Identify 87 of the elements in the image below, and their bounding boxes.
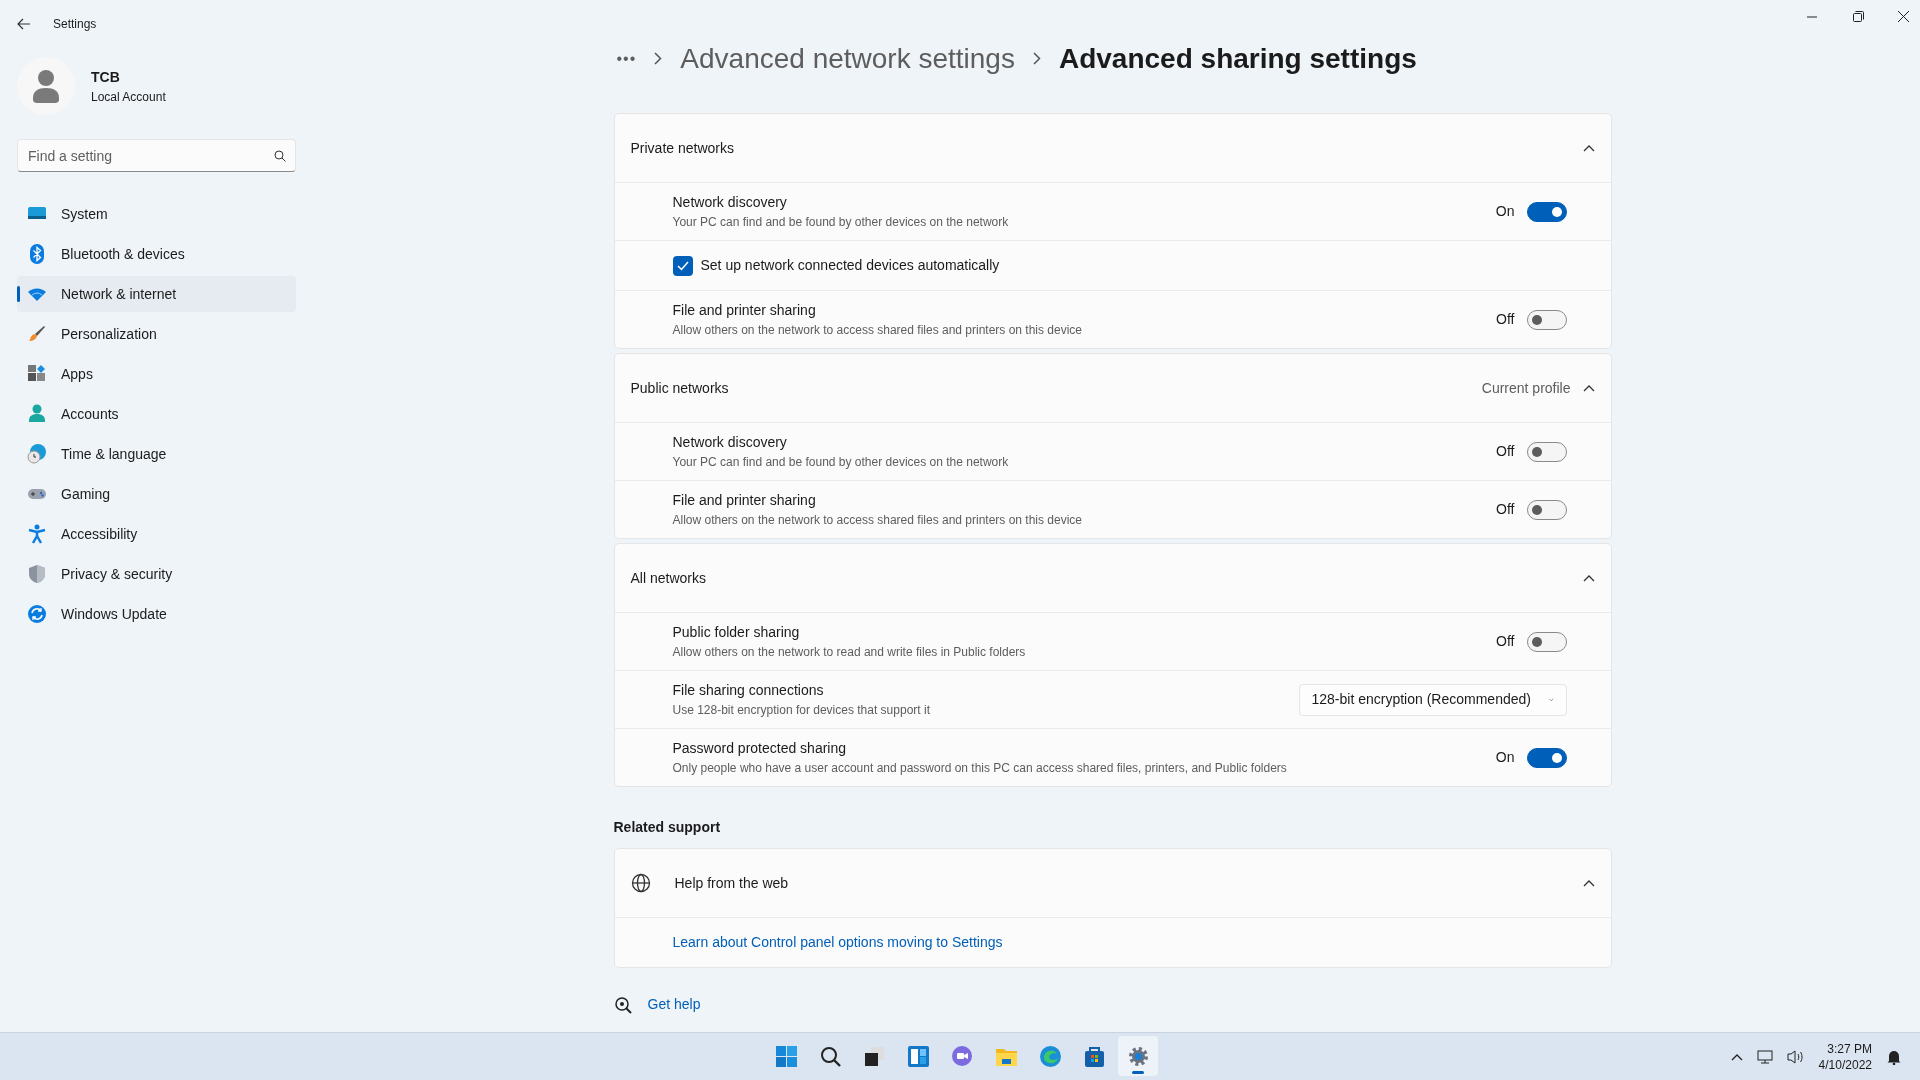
toggle-state-label: Off (1496, 632, 1515, 651)
sidebar-item[interactable]: Gaming (17, 476, 296, 512)
shield-icon (27, 564, 47, 584)
toggle-switch[interactable] (1526, 747, 1567, 768)
help-card-title: Help from the web (674, 873, 789, 893)
chat-icon (949, 1043, 975, 1069)
chevron-up-icon[interactable] (1582, 574, 1595, 582)
setting-description: Allow others on the network to read and write files in Public folders (672, 644, 1026, 661)
section-title: Public networks (630, 378, 729, 398)
bluetooth-icon (27, 244, 47, 264)
sidebar-item[interactable]: Privacy & security (17, 556, 296, 592)
chevron-up-icon[interactable] (1582, 384, 1595, 392)
dropdown[interactable]: 128-bit encryption (Recommended) (1298, 683, 1567, 716)
checkbox[interactable] (672, 255, 693, 276)
accessibility-icon (27, 524, 47, 544)
restore-icon[interactable] (1853, 11, 1864, 22)
apps-icon (27, 364, 47, 384)
chevron-up-icon[interactable] (1582, 879, 1595, 887)
setting-title: Public folder sharing (672, 623, 801, 642)
start-icon (773, 1043, 799, 1069)
toggle-switch[interactable] (1526, 201, 1567, 222)
setting-description: Your PC can find and be found by other devices on the network (672, 214, 1009, 231)
toggle-state-label: Off (1496, 500, 1515, 519)
more-button[interactable]: ••• (616, 46, 637, 71)
section-heading: Related support (613, 818, 722, 837)
section-title: All networks (630, 568, 706, 588)
update-icon (27, 604, 47, 624)
chevron-down-icon[interactable] (1548, 696, 1554, 703)
account-name: TCB (91, 67, 121, 87)
search-icon[interactable] (274, 150, 286, 162)
globe-clock-icon (27, 444, 47, 464)
breadcrumb-link[interactable]: Advanced network settings (680, 37, 1015, 80)
brush-icon (27, 324, 47, 344)
help-link[interactable]: Learn about Control panel options moving to Settings (672, 932, 1003, 953)
sidebar-item[interactable]: System (17, 196, 296, 232)
page-title: Advanced sharing settings (1058, 41, 1417, 76)
clock-date[interactable]: 4/10/2022 (1818, 1057, 1872, 1073)
toggle-switch[interactable] (1526, 631, 1567, 652)
setting-title: Network discovery (672, 433, 788, 452)
setting-title: File and printer sharing (672, 491, 817, 510)
section-title: Private networks (630, 138, 734, 158)
monitor-icon[interactable] (1756, 1049, 1773, 1065)
close-icon[interactable] (1898, 11, 1909, 22)
toggle-state-label: Off (1496, 310, 1515, 329)
bell-icon[interactable] (1886, 1049, 1902, 1065)
help-icon (613, 995, 632, 1014)
widgets-icon (905, 1043, 931, 1069)
setting-title: File sharing connections (672, 681, 825, 700)
sidebar-item[interactable]: Network & internet (17, 276, 296, 312)
setting-title: Password protected sharing (672, 739, 848, 758)
sidebar-item[interactable]: Apps (17, 356, 296, 392)
account-type: Local Account (91, 88, 166, 106)
sidebar-item[interactable]: Personalization (17, 316, 296, 352)
setting-description: Use 128-bit encryption for devices that support it (672, 702, 930, 719)
setting-description: Allow others on the network to access shared files and printers on this device (672, 322, 1083, 339)
setting-title: Network discovery (672, 193, 788, 212)
get-help-link[interactable]: Get help (647, 994, 701, 1015)
toggle-switch[interactable] (1526, 309, 1567, 330)
toggle-switch[interactable] (1526, 499, 1567, 520)
sidebar-item[interactable]: Accounts (17, 396, 296, 432)
chevron-right-icon (654, 52, 663, 65)
setting-title: File and printer sharing (672, 301, 817, 320)
clock-time[interactable]: 3:27 PM (1818, 1041, 1872, 1057)
profile-note: Current profile (1481, 378, 1571, 398)
person-icon (27, 404, 47, 424)
setting-description: Only people who have a user account and password on this PC can access shared files, printers, and Public folders (672, 760, 1287, 777)
chevron-right-icon (1032, 52, 1041, 65)
sidebar-item[interactable]: Accessibility (17, 516, 296, 552)
setting-description: Your PC can find and be found by other devices on the network (672, 454, 1009, 471)
toggle-state-label: On (1495, 202, 1515, 221)
speaker-icon[interactable] (1786, 1049, 1805, 1065)
chevron-up-icon[interactable] (1582, 144, 1595, 152)
checkmark-icon (676, 260, 689, 271)
setting-description: Allow others on the network to access shared files and printers on this device (672, 512, 1083, 529)
toggle-state-label: Off (1496, 442, 1515, 461)
checkbox-label: Set up network connected devices automatically (700, 256, 1000, 275)
sidebar-item[interactable]: Time & language (17, 436, 296, 472)
window-title: Settings (53, 16, 97, 33)
toggle-switch[interactable] (1526, 441, 1567, 462)
chevron-up-icon[interactable] (1730, 1053, 1743, 1061)
sidebar-item[interactable]: Windows Update (17, 596, 296, 632)
back-icon[interactable] (17, 18, 31, 30)
sidebar-item[interactable]: Bluetooth & devices (17, 236, 296, 272)
toggle-state-label: On (1495, 748, 1515, 767)
search-field[interactable]: Find a setting (17, 139, 296, 172)
globe-icon (630, 873, 651, 893)
browser-icon (1037, 1043, 1063, 1069)
